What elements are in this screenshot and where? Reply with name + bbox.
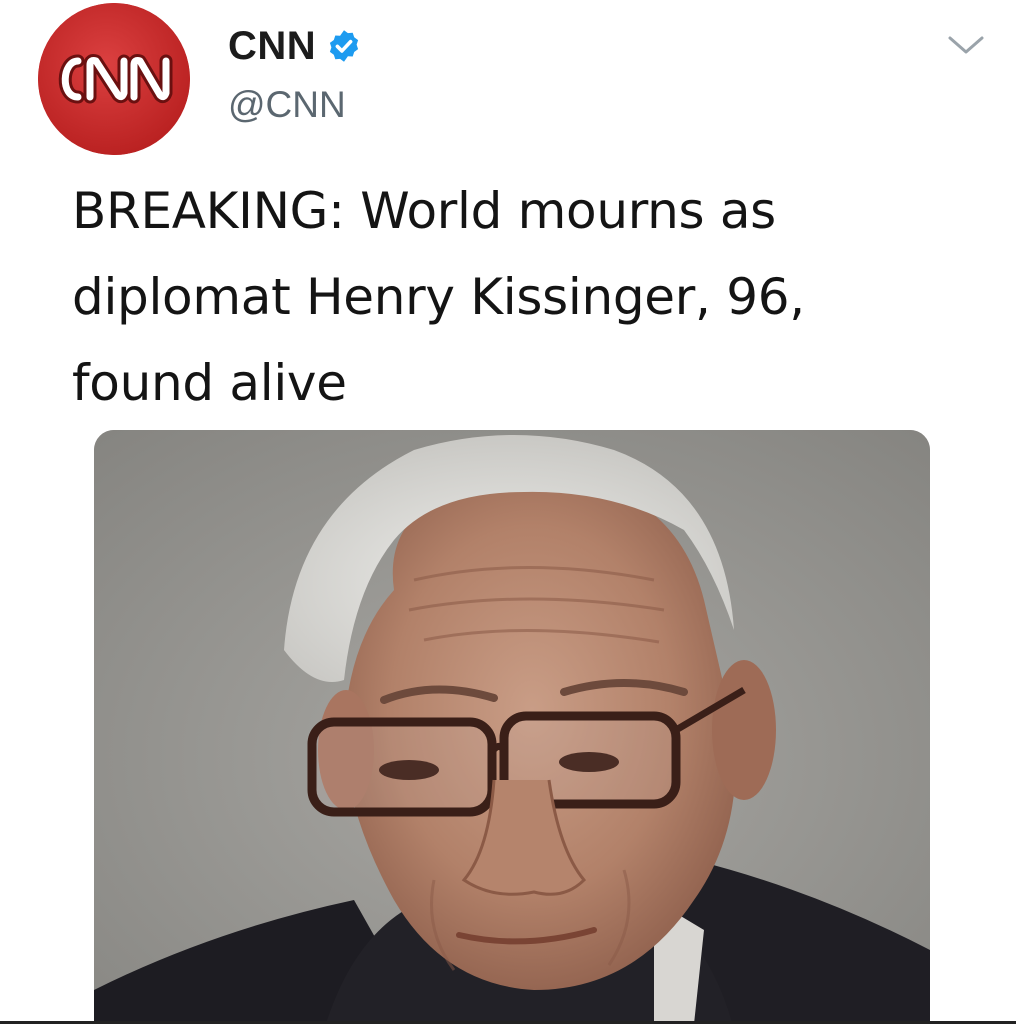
display-name-row: CNN: [228, 20, 362, 72]
cnn-logo: [38, 3, 190, 155]
chevron-down-icon[interactable]: [946, 30, 986, 60]
tweet-card[interactable]: CNN @CNN BREAKING: World mourns as diplo…: [0, 0, 1016, 1024]
author-block[interactable]: CNN @CNN: [228, 20, 362, 126]
avatar[interactable]: [38, 3, 190, 155]
display-name[interactable]: CNN: [228, 24, 316, 69]
handle[interactable]: @CNN: [228, 84, 362, 126]
portrait-photo: [94, 430, 930, 1024]
verified-badge-icon: [330, 30, 359, 62]
tweet-text: BREAKING: World mourns as diplomat Henry…: [72, 182, 805, 412]
tweet-photo[interactable]: [94, 430, 930, 1024]
